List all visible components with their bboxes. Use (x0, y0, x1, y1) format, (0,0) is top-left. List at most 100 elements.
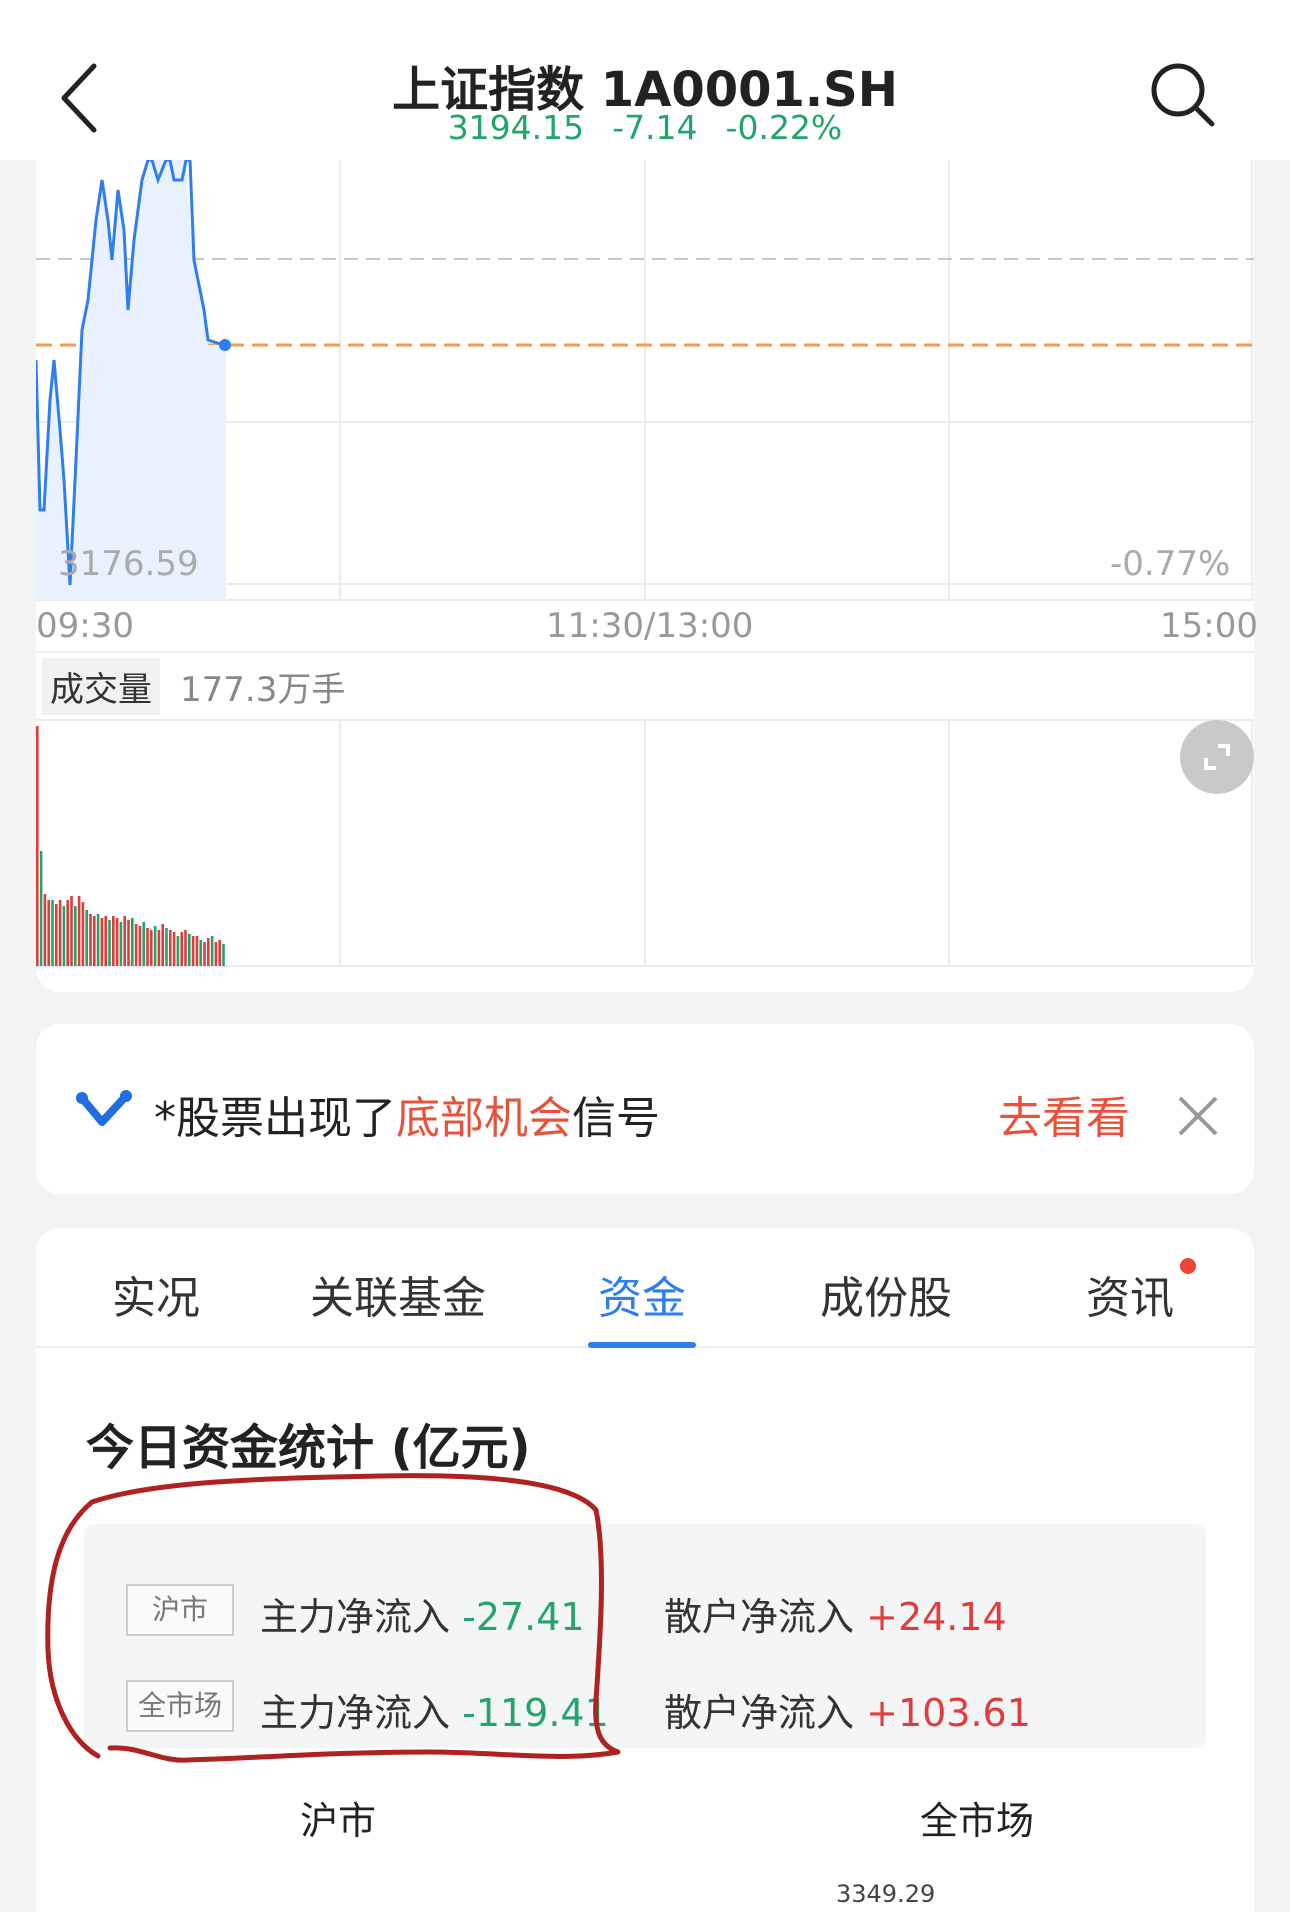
volume-bar (169, 930, 172, 966)
volume-bar (207, 938, 210, 966)
volume-bar (112, 916, 115, 966)
signal-banner[interactable]: *股票出现了底部机会信号 去看看 (36, 1024, 1254, 1194)
volume-bar (119, 922, 123, 966)
volume-bar (77, 896, 81, 966)
volume-bar (58, 900, 62, 966)
main-inflow: 主力净流入 -27.41 (260, 1586, 585, 1641)
volume-bar (180, 932, 183, 966)
volume-bar (150, 930, 153, 966)
volume-bar (39, 851, 43, 966)
volume-tag: 成交量 (42, 658, 160, 715)
volume-bar (93, 916, 96, 966)
volume-bar (184, 930, 187, 966)
market-tag: 沪市 (126, 1584, 234, 1636)
unread-badge (1180, 1258, 1196, 1274)
volume-bar (43, 894, 47, 966)
chart-top-value: 3349.29 (836, 1880, 936, 1908)
volume-value: 177.3万手 (180, 670, 346, 710)
main-inflow: 主力净流入 -119.41 (260, 1682, 609, 1737)
main-inflow-value: -119.41 (462, 1691, 609, 1735)
time-mid-label: 11:30/13:00 (546, 606, 754, 646)
current-price-dot (219, 339, 231, 351)
volume-bar (62, 906, 66, 966)
col-head-all: 全市场 (920, 1799, 1035, 1843)
price-change-pct: -0.22% (725, 108, 843, 147)
retail-inflow-label: 散户净流入 (664, 1691, 855, 1735)
brand-v-icon (76, 1090, 132, 1126)
volume-bar (222, 944, 225, 966)
time-start-label: 09:30 (36, 606, 134, 646)
volume-bar (96, 914, 100, 966)
capital-stats: 沪市 主力净流入 -27.41 散户净流入 +24.14 全市场 主力净流入 -… (84, 1524, 1206, 1748)
volume-bar (100, 918, 104, 966)
volume-bar (70, 896, 73, 966)
tab-live[interactable]: 实况 (112, 1262, 200, 1348)
intraday-chart: 3176.59 -0.77% 09:30 11:30/13:00 15:00 成… (36, 160, 1258, 992)
volume-bar (55, 904, 58, 966)
main-inflow-label: 主力净流入 (260, 1595, 451, 1639)
volume-bar (218, 940, 221, 966)
market-tag: 全市场 (126, 1680, 234, 1732)
low-pct-label: -0.77% (1110, 544, 1231, 584)
volume-bar (108, 920, 111, 966)
volume-bar (153, 926, 157, 966)
volume-bar (89, 914, 92, 966)
retail-inflow-value: +103.61 (866, 1691, 1031, 1735)
main-inflow-value: -27.41 (462, 1595, 585, 1639)
tab-capital[interactable]: 资金 (588, 1262, 696, 1348)
volume-bar (104, 916, 107, 966)
volume-bar (81, 902, 85, 966)
volume-bar (142, 922, 145, 966)
volume-bar (138, 926, 142, 966)
search-icon (1151, 63, 1215, 127)
volume-bar (203, 942, 206, 966)
price-area (36, 160, 226, 600)
volume-bar (115, 918, 119, 966)
banner-suffix: 信号 (572, 1093, 660, 1144)
volume-bar (74, 906, 77, 966)
tab-constituents[interactable]: 成份股 (820, 1262, 952, 1348)
price-change: -7.14 (612, 108, 698, 147)
volume-bar (214, 942, 218, 966)
tab-news[interactable]: 资讯 (1086, 1258, 1196, 1348)
funds-card: 实况 关联基金 资金 成份股 资讯 今日资金统计 (亿元) 沪市 主力净流入 -… (36, 1228, 1254, 1912)
tab-news-label: 资讯 (1086, 1273, 1174, 1324)
banner-prefix: *股票出现了 (154, 1093, 396, 1144)
volume-bar (51, 900, 54, 966)
volume-bar (47, 900, 50, 966)
volume-bar (161, 924, 164, 966)
time-end-label: 15:00 (1160, 606, 1258, 646)
volume-bar (188, 934, 191, 966)
retail-inflow-label: 散户净流入 (664, 1595, 855, 1639)
volume-bars (36, 726, 225, 966)
volume-bar (195, 936, 199, 966)
volume-bar (131, 918, 134, 966)
expand-icon (1204, 744, 1230, 770)
chart-canvas (36, 160, 1254, 967)
col-head-sh: 沪市 (300, 1799, 377, 1843)
volume-bar (127, 920, 130, 966)
volume-bar (191, 936, 195, 966)
volume-bar (123, 916, 126, 966)
volume-bar (157, 930, 161, 966)
stats-row: 沪市 主力净流入 -27.41 散户净流入 +24.14 (84, 1584, 1206, 1644)
volume-bar (210, 936, 214, 966)
low-price-label: 3176.59 (58, 544, 199, 584)
volume-bar (36, 726, 39, 966)
search-button[interactable] (1148, 60, 1218, 130)
volume-bar (146, 928, 149, 966)
section-title: 今日资金统计 (亿元) (86, 1420, 531, 1476)
volume-bar (199, 940, 202, 966)
volume-bar (176, 936, 180, 966)
close-icon[interactable] (1176, 1094, 1220, 1138)
banner-highlight: 底部机会 (396, 1093, 572, 1144)
retail-inflow: 散户净流入 +24.14 (664, 1586, 1007, 1641)
retail-inflow: 散户净流入 +103.61 (664, 1682, 1031, 1737)
tab-related-funds[interactable]: 关联基金 (310, 1262, 486, 1348)
volume-bar (134, 924, 138, 966)
main-inflow-label: 主力净流入 (260, 1691, 451, 1735)
banner-go-button[interactable]: 去看看 (998, 1082, 1130, 1146)
banner-text: *股票出现了底部机会信号 (154, 1082, 660, 1146)
expand-button[interactable] (1180, 720, 1254, 794)
volume-bar (66, 900, 69, 966)
